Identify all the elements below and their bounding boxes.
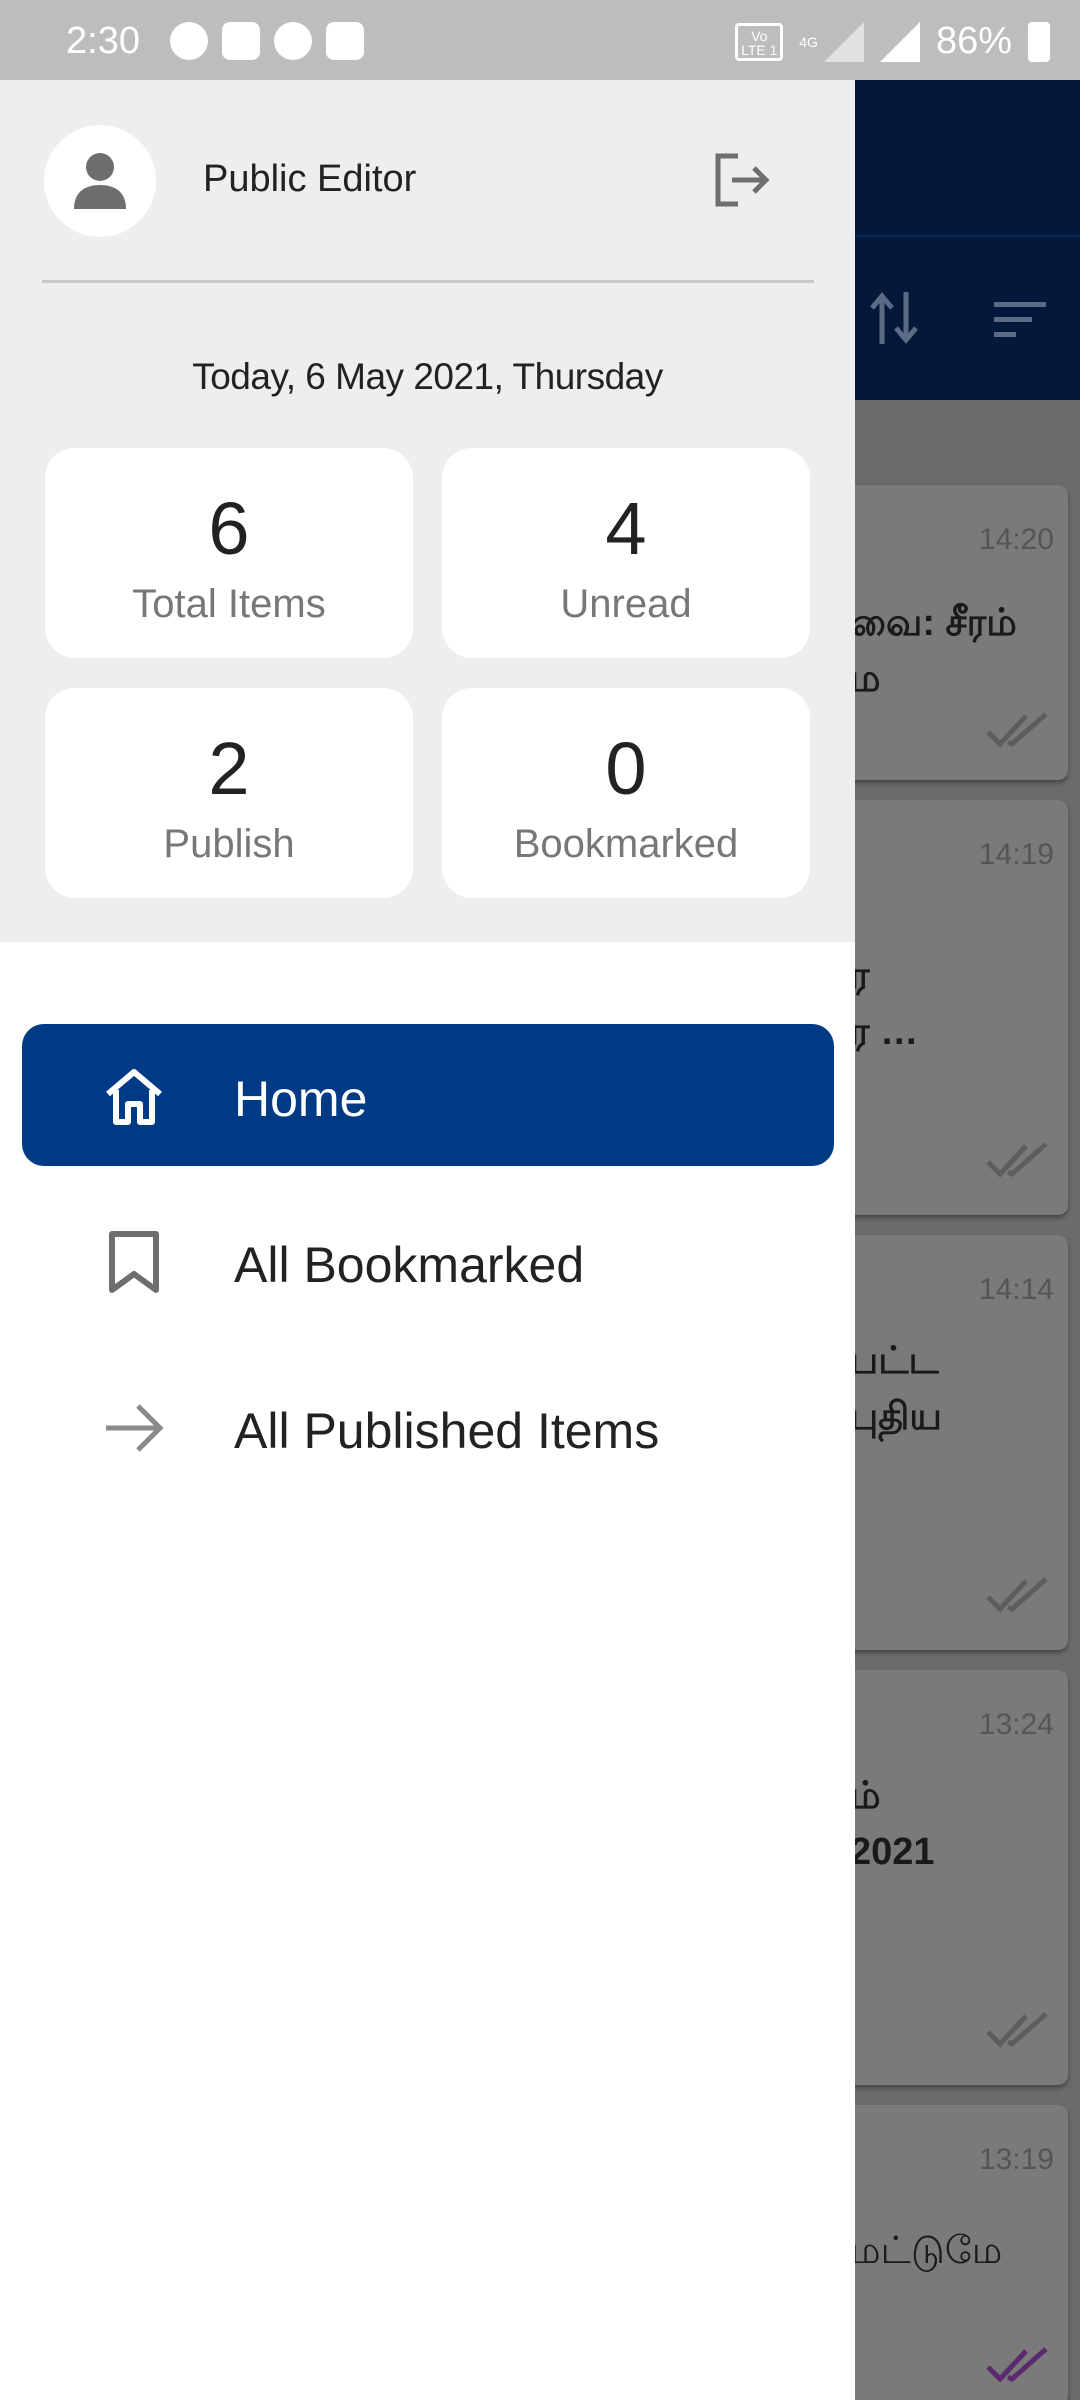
item-title-line1: பட்ட: [850, 1340, 939, 1382]
stat-bookmarked[interactable]: 0 Bookmarked: [442, 688, 810, 898]
avatar: [44, 125, 156, 237]
message-notification-icon: [222, 22, 260, 60]
stat-unread[interactable]: 4 Unread: [442, 448, 810, 658]
system-icons: Vo LTE 1 4G 86%: [735, 20, 1050, 63]
stat-value: 6: [208, 487, 250, 570]
user-name: Public Editor: [203, 158, 417, 200]
logout-icon[interactable]: [712, 150, 772, 210]
nav-item-all-bookmarked[interactable]: All Bookmarked: [22, 1190, 834, 1332]
item-time: 13:19: [978, 2143, 1054, 2176]
double-check-icon: [986, 1577, 1048, 1613]
network-type-label: 4G: [799, 33, 818, 50]
bookmark-icon: [109, 1231, 159, 1293]
drawer-header: Public Editor Today, 6 May 2021, Thursda…: [0, 80, 855, 942]
nav-item-home[interactable]: Home: [22, 1024, 834, 1166]
item-time: 14:20: [978, 523, 1054, 556]
sort-icon[interactable]: [868, 290, 920, 346]
nav-label: Home: [234, 1071, 368, 1127]
status-time: 2:30: [66, 20, 140, 62]
battery-percent: 86%: [935, 20, 1012, 62]
home-icon: [106, 1069, 162, 1125]
current-date: Today, 6 May 2021, Thursday: [192, 356, 663, 397]
stat-label: Publish: [163, 822, 295, 866]
signal-icon: [823, 21, 864, 62]
volte-icon: Vo LTE 1: [735, 22, 784, 61]
status-bar: 2:30 Vo LTE 1 4G 86%: [0, 0, 1080, 80]
item-time: 13:24: [978, 1708, 1054, 1741]
item-title-line2: ர …: [850, 1011, 919, 1053]
notification-icons: [170, 22, 364, 60]
stat-total-items[interactable]: 6 Total Items: [45, 448, 413, 658]
item-title-line1: மட்டுமே: [850, 2230, 1003, 2272]
nav-item-all-published[interactable]: All Published Items: [22, 1356, 834, 1498]
double-check-icon: [986, 2012, 1048, 2048]
stat-label: Unread: [560, 582, 692, 626]
item-time: 14:14: [978, 1273, 1054, 1306]
filter-icon[interactable]: [992, 300, 1048, 340]
stat-value: 4: [605, 487, 647, 570]
app-notification-icon: [170, 22, 208, 60]
stat-label: Total Items: [132, 582, 326, 626]
nav-label: All Published Items: [234, 1403, 660, 1459]
item-title-line2: புதிய: [850, 1396, 942, 1438]
item-title-line1: வை: சீரம்: [850, 602, 1017, 644]
signal-full-icon: [879, 21, 920, 62]
item-time: 14:19: [978, 838, 1054, 871]
person-icon: [74, 153, 126, 209]
double-check-icon: [986, 2347, 1048, 2383]
stat-publish[interactable]: 2 Publish: [45, 688, 413, 898]
stat-label: Bookmarked: [513, 822, 739, 866]
item-title-line2: 2021: [850, 1831, 935, 1873]
video-notification-icon: [326, 22, 364, 60]
stat-value: 0: [605, 727, 647, 810]
battery-charging-icon: [1028, 21, 1050, 62]
chat-notification-icon: [274, 22, 312, 60]
navigation-drawer: Public Editor Today, 6 May 2021, Thursda…: [0, 80, 855, 2400]
nav-label: All Bookmarked: [234, 1237, 585, 1293]
stat-value: 2: [208, 727, 250, 810]
double-check-icon: [986, 1142, 1048, 1178]
double-check-icon: [986, 712, 1048, 748]
arrow-right-icon: [106, 1404, 164, 1452]
header-divider: [42, 280, 814, 283]
